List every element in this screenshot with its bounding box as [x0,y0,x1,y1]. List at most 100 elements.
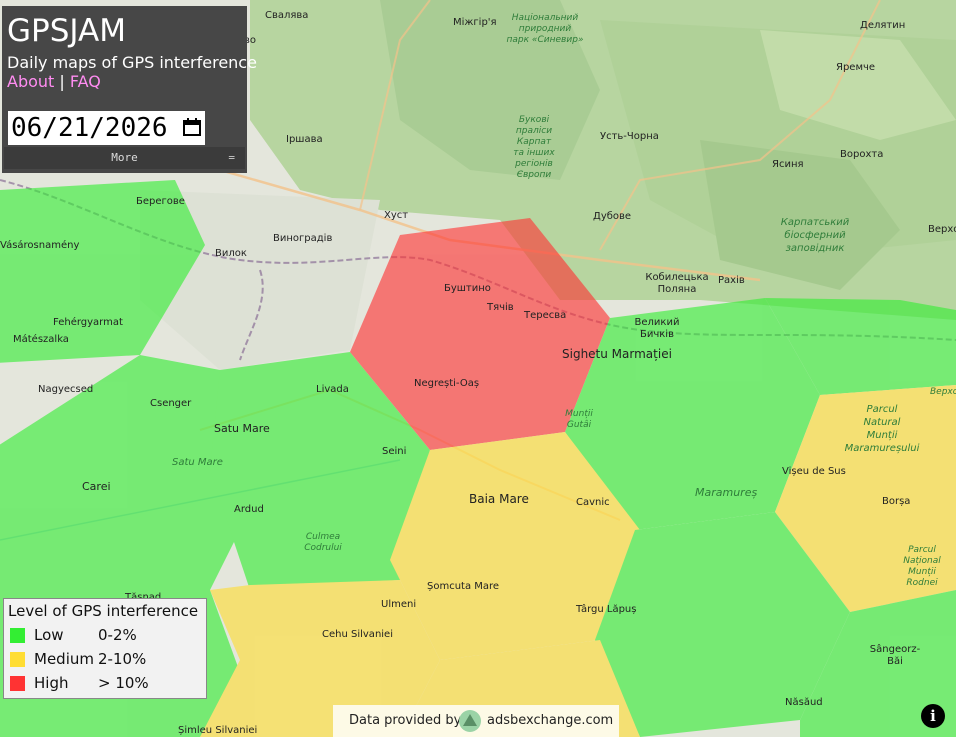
place-label: Міжгір'я [453,16,497,28]
svg-text:ParculNaționalMunțiiRodnei: Parcul Național Munții Rodnei [903,545,941,588]
place-label: Іршава [286,134,323,145]
place-label: Livada [316,384,349,395]
legend-swatch-low [10,628,25,643]
hamburger-icon: = [228,151,235,164]
place-label: Baia Mare [469,492,529,506]
legend-swatch-high [10,676,25,691]
legend-range: > 10% [98,674,149,692]
legend-label: Low [34,626,64,644]
legend-title: Level of GPS interference [8,602,199,620]
date-input[interactable]: 06/21/2026 [8,111,205,145]
place-label: Тересва [523,310,566,321]
legend-range: 2-10% [98,650,147,668]
place-label: Maramureș [695,486,757,499]
place-label: Șimleu Silvaniei [178,725,257,736]
place-label: Поляна [658,284,697,295]
svg-text:CulmeaCodrului: Culmea Codrului [304,532,342,553]
place-label: Maramureșului [845,443,920,454]
place-label: Vișeu de Sus [782,466,846,477]
more-label: More [111,151,138,164]
place-label: Дубове [593,211,631,222]
place-label: Mátészalka [13,333,69,345]
place-label: та інших [513,148,555,158]
control-panel: GPSJAM Daily maps of GPS interference Ab… [2,6,257,173]
legend: Level of GPS interference Low 0-2% Mediu… [3,598,207,699]
place-label: Ясиня [772,159,804,170]
date-value: 06/21/2026 [11,113,168,143]
place-label: Munții [565,409,593,419]
place-label: Великий [635,317,680,328]
info-button[interactable]: i [921,704,945,728]
app-subtitle: Daily maps of GPS interference [7,53,257,72]
place-label: Європи [517,170,552,180]
svg-text:Карпатськийбіосфернийзаповідни: Карпатський біосферний заповідник [781,217,850,254]
place-label: Băi [887,656,903,667]
place-label: заповідник [786,242,845,254]
place-label: Negrești-Oaș [414,378,479,389]
link-separator: | [59,72,65,91]
place-label: Карпат [517,137,552,147]
place-label: Parcul [867,404,898,415]
place-label: Năsăud [785,697,823,708]
place-label: Cavnic [576,497,610,508]
place-label: Ulmeni [381,599,416,610]
place-label: Csenger [150,398,192,409]
place-label: Natural [864,417,901,428]
legend-row-high: High > 10% [10,673,200,693]
legend-label: High [34,674,69,692]
more-button[interactable]: More = [4,147,245,169]
place-label: Carei [82,480,111,493]
place-label: біосферний [784,229,846,241]
place-label: Верхо [928,224,956,235]
place-label: Вилок [215,248,247,259]
place-label: Culmea [306,532,340,542]
place-label: Ardud [234,504,264,515]
place-label: регіонів [514,159,553,169]
place-label: Rodnei [906,578,938,588]
place-label: Ворохта [840,149,883,160]
place-label: Яремче [836,62,875,73]
place-label: Satu Mare [172,457,223,468]
place-label: Бичків [640,328,674,340]
faq-link[interactable]: FAQ [70,72,101,91]
place-label: Gutâi [567,420,592,430]
place-label: Târgu Lăpuș [575,603,636,615]
place-label: Munții [867,430,898,441]
place-label: Satu Mare [214,422,270,435]
place-label: Хуст [384,210,408,221]
place-label: Усть-Чорна [600,131,659,142]
about-link[interactable]: About [7,72,54,91]
attribution-text: Data provided by [349,713,462,728]
calendar-icon[interactable] [182,117,202,137]
place-label: Borșa [882,496,910,507]
legend-row-low: Low 0-2% [10,625,200,645]
svg-text:ВеликийБичків: Великий Бичків [635,317,680,340]
adsbexchange-logo-icon[interactable] [459,710,481,732]
place-label: Свалява [265,10,308,21]
place-label: парк «Синевир» [507,35,584,45]
legend-label: Medium [34,650,94,668]
place-label: Șomcuta Mare [427,581,499,592]
place-label: Карпатський [781,217,850,228]
place-label: Codrului [304,543,342,553]
place-label: Буштино [444,283,491,294]
place-label: Munții [908,567,936,577]
place-label: Parcul [908,545,936,555]
legend-range: 0-2% [98,626,137,644]
legend-row-medium: Medium 2-10% [10,649,200,669]
app-title: GPSJAM [7,13,126,49]
place-label: Fehérgyarmat [53,316,123,328]
place-label: Делятин [860,20,905,31]
svg-text:MunțiiGutâi: Munții Gutâi [565,409,593,430]
place-label: Букові [519,115,550,125]
attribution-link[interactable]: adsbexchange.com [487,713,613,728]
place-label: Sângeorz- [870,643,921,655]
place-label: Vásárosnamény [0,239,79,251]
place-label: Național [903,556,941,566]
place-label: праліси [516,126,552,136]
place-label: Тячів [486,301,514,313]
place-label: Національний [512,13,579,23]
place-label: Верхо [930,387,956,397]
place-label: Nagyecsed [38,384,93,395]
data-attribution: Data provided by adsbexchange.com [333,705,619,737]
